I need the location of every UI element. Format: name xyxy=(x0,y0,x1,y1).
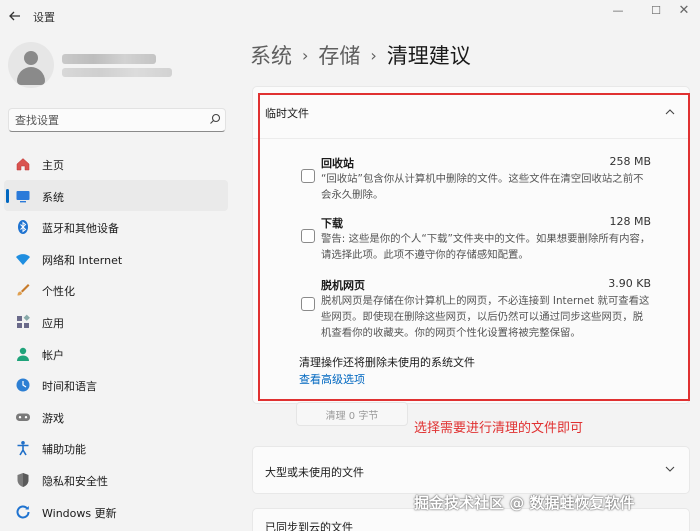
sidebar-item-accessibility[interactable]: 辅助功能 xyxy=(4,432,228,464)
system-icon xyxy=(16,190,30,202)
sidebar-item-bluetooth[interactable]: 蓝牙和其他设备 xyxy=(4,211,228,243)
sidebar-item-label: Windows 更新 xyxy=(42,506,117,520)
sidebar-item-apps[interactable]: 应用 xyxy=(4,306,228,338)
page-title: 清理建议 xyxy=(386,44,471,68)
breadcrumb-separator: › xyxy=(302,46,309,65)
sidebar-item-label: 帐户 xyxy=(42,348,64,362)
cloud-files-title: 已同步到云的文件 xyxy=(265,521,353,531)
user-name-blurred xyxy=(62,54,156,64)
account-icon xyxy=(17,347,29,361)
bluetooth-icon xyxy=(18,220,28,235)
search-box xyxy=(8,108,226,132)
arrow-left-icon xyxy=(9,11,20,21)
sidebar-item-system[interactable]: 系统 xyxy=(4,179,228,212)
sidebar-item-label: 主页 xyxy=(42,159,64,172)
user-email-blurred xyxy=(62,68,172,77)
chevron-down-icon[interactable] xyxy=(665,464,675,474)
large-files-card[interactable]: 大型或未使用的文件 xyxy=(252,446,690,494)
sidebar-item-windows-update[interactable]: Windows 更新 xyxy=(4,496,228,528)
search-icon[interactable] xyxy=(209,113,221,125)
sidebar-item-privacy[interactable]: 隐私和安全性 xyxy=(4,464,228,496)
sidebar-item-label: 应用 xyxy=(42,316,64,330)
watermark: 掘金技术社区 @ 数据蛙恢复软件 xyxy=(414,494,635,512)
shield-icon xyxy=(17,472,29,487)
breadcrumb: 系统 › 存储 › 清理建议 xyxy=(250,40,471,70)
close-button[interactable]: ✕ xyxy=(672,2,696,20)
home-icon xyxy=(16,158,30,171)
sidebar-item-accounts[interactable]: 帐户 xyxy=(4,338,228,370)
sidebar-item-network[interactable]: 网络和 Internet xyxy=(4,243,228,275)
sidebar-item-label: 系统 xyxy=(42,190,64,204)
annotation-text: 选择需要进行清理的文件即可 xyxy=(414,421,584,436)
update-icon xyxy=(16,505,30,518)
sidebar-item-time-language[interactable]: 时间和语言 xyxy=(4,369,228,401)
avatar-body xyxy=(17,67,45,85)
sidebar-item-label: 游戏 xyxy=(42,411,64,425)
sidebar-item-label: 个性化 xyxy=(42,285,75,299)
breadcrumb-storage[interactable]: 存储 xyxy=(318,44,360,68)
clean-button[interactable]: 清理 0 字节 xyxy=(296,402,408,426)
brush-icon xyxy=(17,284,30,296)
sidebar-item-personalization[interactable]: 个性化 xyxy=(4,274,228,306)
sidebar-nav: 主页 系统 蓝牙和其他设备 网络和 Internet 个性化 应用 帐户 时间和… xyxy=(4,148,228,527)
sidebar-item-label: 辅助功能 xyxy=(42,443,86,457)
annotation-highlight-box xyxy=(258,93,690,401)
gaming-icon xyxy=(16,413,30,421)
back-button[interactable] xyxy=(6,7,24,25)
sidebar-item-gaming[interactable]: 游戏 xyxy=(4,401,228,433)
large-files-title: 大型或未使用的文件 xyxy=(265,466,364,479)
maximize-button[interactable]: ☐ xyxy=(644,2,668,20)
breadcrumb-separator: › xyxy=(370,46,377,65)
sidebar-item-label: 时间和语言 xyxy=(42,380,97,394)
search-input[interactable] xyxy=(15,112,201,128)
sidebar-item-home[interactable]: 主页 xyxy=(4,148,228,180)
network-icon xyxy=(16,253,30,265)
minimize-button[interactable]: — xyxy=(606,2,630,20)
avatar[interactable] xyxy=(8,42,54,88)
sidebar-item-label: 网络和 Internet xyxy=(42,253,123,267)
sidebar-item-label: 蓝牙和其他设备 xyxy=(42,222,119,236)
title-bar: 设置 — ☐ ✕ xyxy=(0,0,700,32)
sidebar-item-label: 隐私和安全性 xyxy=(42,474,108,488)
breadcrumb-system[interactable]: 系统 xyxy=(250,44,292,68)
time-language-icon xyxy=(16,378,30,392)
avatar-head xyxy=(24,51,38,65)
app-title: 设置 xyxy=(33,11,55,24)
accessibility-icon xyxy=(17,441,29,456)
apps-icon xyxy=(17,314,30,328)
